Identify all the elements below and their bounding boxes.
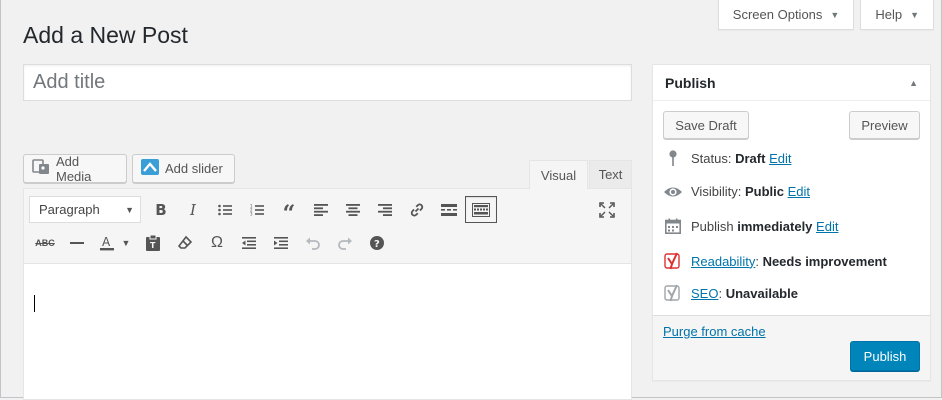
outdent-icon[interactable] <box>233 229 265 256</box>
publish-button[interactable]: Publish <box>850 341 920 371</box>
yoast-readability-icon <box>663 252 683 270</box>
yoast-seo-icon <box>663 284 683 302</box>
post-title-input[interactable]: Add title <box>23 64 632 101</box>
screen-meta-links: Screen Options ▼ Help ▼ <box>717 0 934 30</box>
add-media-button[interactable]: Add Media <box>23 153 127 184</box>
numbered-list-icon[interactable]: 123 <box>241 196 273 223</box>
publish-label: Publish <box>691 218 734 234</box>
tab-text[interactable]: Text <box>589 160 632 188</box>
publish-value: immediately <box>737 218 813 234</box>
horizontal-line-icon[interactable] <box>61 229 93 256</box>
toolbar-toggle-icon[interactable] <box>465 196 497 223</box>
special-character-icon[interactable]: Ω <box>201 229 233 256</box>
svg-text:T: T <box>150 241 156 250</box>
readability-link[interactable]: Readability <box>691 254 755 269</box>
publish-box: Publish ▲ Save Draft Preview Status: Dra… <box>652 64 931 381</box>
status-row: Status: Draft Edit <box>663 150 791 166</box>
caret-down-icon: ▼ <box>830 9 840 20</box>
undo-icon[interactable] <box>297 229 329 256</box>
visibility-row: Visibility: Public Edit <box>663 184 810 199</box>
edit-status-link[interactable]: Edit <box>769 151 791 166</box>
indent-icon[interactable] <box>265 229 297 256</box>
help-label: Help <box>875 7 903 22</box>
readability-value: Needs improvement <box>762 253 887 269</box>
add-media-icon <box>32 159 50 178</box>
chevron-down-icon: ▼ <box>121 237 131 248</box>
publish-box-title: Publish <box>665 74 716 91</box>
post-editor: Paragraph ▼ B I 123 “ ABC A ▼ T Ω ? <box>23 188 632 400</box>
visibility-label: Visibility: <box>691 184 742 199</box>
chevron-down-icon: ▼ <box>125 204 134 215</box>
edit-schedule-link[interactable]: Edit <box>816 219 838 234</box>
add-slider-label: Add slider <box>165 161 223 176</box>
add-slider-button[interactable]: Add slider <box>132 154 235 183</box>
bullet-list-icon[interactable] <box>209 196 241 223</box>
format-select[interactable]: Paragraph ▼ <box>29 196 141 223</box>
read-more-icon[interactable] <box>433 196 465 223</box>
text-cursor <box>34 295 35 312</box>
status-value: Draft <box>735 150 766 166</box>
calendar-icon <box>663 218 683 234</box>
publish-box-header[interactable]: Publish ▲ <box>653 65 930 101</box>
schedule-row: Publish immediately Edit <box>663 218 838 234</box>
text-color-icon[interactable]: A ▼ <box>93 229 137 256</box>
editor-toolbar: Paragraph ▼ B I 123 “ ABC A ▼ T Ω ? <box>24 189 631 264</box>
screen-options-label: Screen Options <box>732 7 823 22</box>
publish-box-footer: Purge from cache Publish <box>653 315 930 380</box>
format-select-value: Paragraph <box>39 202 100 217</box>
help-icon[interactable]: ? <box>361 229 393 256</box>
redo-icon[interactable] <box>329 229 361 256</box>
post-title-placeholder: Add title <box>33 71 106 93</box>
svg-text:3: 3 <box>250 211 253 215</box>
page-title: Add a New Post <box>23 22 188 48</box>
edit-visibility-link[interactable]: Edit <box>788 184 810 199</box>
add-media-label: Add Media <box>56 153 92 184</box>
toolbar-row-1: Paragraph ▼ B I 123 “ <box>29 196 497 225</box>
save-draft-button[interactable]: Save Draft <box>663 111 749 139</box>
bold-icon[interactable]: B <box>145 196 177 223</box>
paste-text-icon[interactable]: T <box>137 229 169 256</box>
clear-formatting-icon[interactable] <box>169 229 201 256</box>
collapse-arrow-icon[interactable]: ▲ <box>909 78 918 88</box>
slider-icon <box>141 159 159 178</box>
seo-value: Unavailable <box>725 285 798 301</box>
screen-options-button[interactable]: Screen Options ▼ <box>717 0 855 30</box>
fullscreen-icon[interactable] <box>591 196 623 223</box>
seo-link[interactable]: SEO <box>691 286 718 301</box>
align-right-icon[interactable] <box>369 196 401 223</box>
toolbar-row-2: ABC A ▼ T Ω ? <box>29 229 393 256</box>
italic-icon[interactable]: I <box>177 196 209 223</box>
align-center-icon[interactable] <box>337 196 369 223</box>
seo-row: SEO: Unavailable <box>663 284 798 302</box>
preview-button[interactable]: Preview <box>849 111 920 139</box>
blockquote-icon[interactable]: “ <box>273 196 305 225</box>
caret-down-icon: ▼ <box>910 9 919 20</box>
purge-cache-link[interactable]: Purge from cache <box>663 324 766 339</box>
eye-icon <box>663 185 683 199</box>
link-icon[interactable] <box>401 196 433 223</box>
readability-row: Readability: Needs improvement <box>663 252 887 270</box>
pin-icon <box>663 150 683 166</box>
visibility-value: Public <box>744 184 784 199</box>
status-label: Status: <box>691 150 732 166</box>
svg-text:?: ? <box>374 239 380 250</box>
align-left-icon[interactable] <box>305 196 337 223</box>
svg-text:A: A <box>102 235 111 249</box>
help-button[interactable]: Help ▼ <box>860 0 934 30</box>
strikethrough-icon[interactable]: ABC <box>29 229 61 256</box>
tab-visual[interactable]: Visual <box>529 160 588 189</box>
editor-content-area[interactable] <box>24 264 631 400</box>
